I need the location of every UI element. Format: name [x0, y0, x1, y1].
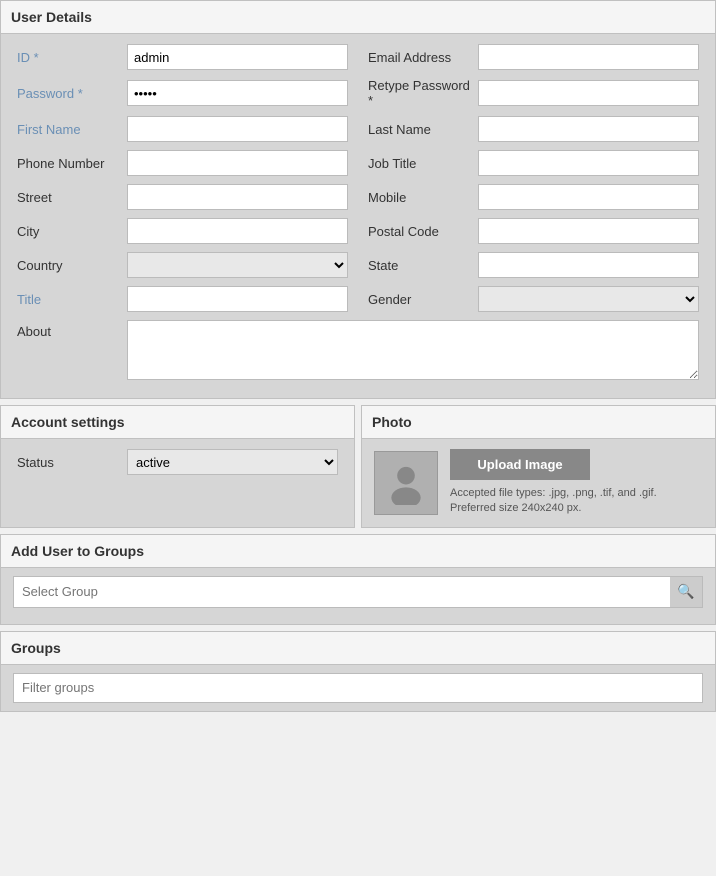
input-retype-password[interactable]: [478, 80, 699, 106]
photo-body: Upload Image Accepted file types: .jpg, …: [362, 439, 715, 527]
col-jobtitle: Job Title: [368, 150, 699, 176]
add-to-groups-title: Add User to Groups: [1, 535, 715, 568]
col-email: Email Address: [368, 44, 699, 70]
col-status: Status active inactive: [17, 449, 338, 475]
row-about: About: [17, 320, 699, 380]
col-postal: Postal Code: [368, 218, 699, 244]
label-about: About: [17, 320, 127, 339]
groups-section: Groups: [0, 631, 716, 712]
lower-sections: Account settings Status active inactive …: [0, 405, 716, 528]
label-lastname: Last Name: [368, 122, 478, 137]
search-group-button[interactable]: 🔍: [670, 577, 702, 607]
user-details-title: User Details: [1, 1, 715, 34]
user-details-section: User Details ID * Email Address Password…: [0, 0, 716, 399]
input-postal[interactable]: [478, 218, 699, 244]
col-retype-password: Retype Password *: [368, 78, 699, 108]
col-street: Street: [17, 184, 348, 210]
user-details-body: ID * Email Address Password * Retype Pas…: [1, 34, 715, 398]
label-state: State: [368, 258, 478, 273]
row-id-email: ID * Email Address: [17, 44, 699, 70]
col-city: City: [17, 218, 348, 244]
col-title: Title: [17, 286, 348, 312]
row-country-state: Country State: [17, 252, 699, 278]
add-user-to-groups-section: Add User to Groups 🔍: [0, 534, 716, 625]
search-group-row: 🔍: [13, 576, 703, 608]
col-firstname: First Name: [17, 116, 348, 142]
input-phone[interactable]: [127, 150, 348, 176]
select-country[interactable]: [127, 252, 348, 278]
groups-filter-body: [1, 665, 715, 711]
row-password: Password * Retype Password *: [17, 78, 699, 108]
col-mobile: Mobile: [368, 184, 699, 210]
col-gender: Gender Male Female: [368, 286, 699, 312]
label-mobile: Mobile: [368, 190, 478, 205]
row-street-mobile: Street Mobile: [17, 184, 699, 210]
col-country: Country: [17, 252, 348, 278]
search-group-input[interactable]: [14, 577, 670, 607]
person-icon: [384, 461, 428, 505]
col-state: State: [368, 252, 699, 278]
input-lastname[interactable]: [478, 116, 699, 142]
input-city[interactable]: [127, 218, 348, 244]
input-title[interactable]: [127, 286, 348, 312]
photo-upload-area: Upload Image Accepted file types: .jpg, …: [450, 449, 703, 517]
col-lastname: Last Name: [368, 116, 699, 142]
label-id: ID *: [17, 50, 127, 65]
input-mobile[interactable]: [478, 184, 699, 210]
label-firstname: First Name: [17, 122, 127, 137]
label-postal: Postal Code: [368, 224, 478, 239]
input-firstname[interactable]: [127, 116, 348, 142]
photo-title: Photo: [362, 406, 715, 439]
label-password: Password *: [17, 86, 127, 101]
select-status[interactable]: active inactive: [127, 449, 338, 475]
input-state[interactable]: [478, 252, 699, 278]
upload-image-button[interactable]: Upload Image: [450, 449, 590, 480]
label-jobtitle: Job Title: [368, 156, 478, 171]
label-email: Email Address: [368, 50, 478, 65]
label-city: City: [17, 224, 127, 239]
label-street: Street: [17, 190, 127, 205]
input-jobtitle[interactable]: [478, 150, 699, 176]
textarea-about[interactable]: [127, 320, 699, 380]
groups-title: Groups: [1, 632, 715, 665]
row-phone-job: Phone Number Job Title: [17, 150, 699, 176]
col-password: Password *: [17, 80, 348, 106]
account-settings-body: Status active inactive: [1, 439, 354, 493]
label-country: Country: [17, 258, 127, 273]
label-title: Title: [17, 292, 127, 307]
row-title-gender: Title Gender Male Female: [17, 286, 699, 312]
upload-hint: Accepted file types: .jpg, .png, .tif, a…: [450, 486, 703, 517]
label-status: Status: [17, 455, 127, 470]
account-settings-title: Account settings: [1, 406, 354, 439]
input-email[interactable]: [478, 44, 699, 70]
label-retype-password: Retype Password *: [368, 78, 478, 108]
col-id: ID *: [17, 44, 348, 70]
select-gender[interactable]: Male Female: [478, 286, 699, 312]
input-id[interactable]: [127, 44, 348, 70]
row-status: Status active inactive: [17, 449, 338, 475]
input-password[interactable]: [127, 80, 348, 106]
filter-groups-input[interactable]: [13, 673, 703, 703]
label-gender: Gender: [368, 292, 478, 307]
input-street[interactable]: [127, 184, 348, 210]
row-name: First Name Last Name: [17, 116, 699, 142]
add-to-groups-body: 🔍: [1, 568, 715, 624]
photo-section: Photo Upload Image Accepted file types: …: [361, 405, 716, 528]
search-icon: 🔍: [677, 583, 694, 600]
photo-placeholder: [374, 451, 438, 515]
account-settings-section: Account settings Status active inactive: [0, 405, 355, 528]
col-phone: Phone Number: [17, 150, 348, 176]
label-phone: Phone Number: [17, 156, 127, 171]
row-city-postal: City Postal Code: [17, 218, 699, 244]
